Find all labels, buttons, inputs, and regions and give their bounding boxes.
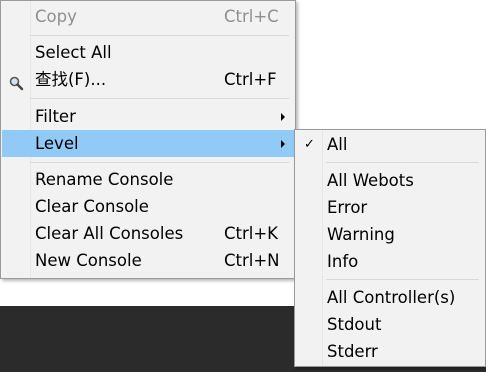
menu-item-rename-console[interactable]: Rename Console <box>2 166 294 193</box>
submenu-item-error[interactable]: Error <box>296 194 484 221</box>
menu-item-label: Clear All Consoles <box>35 224 184 243</box>
submenu-item-all-webots[interactable]: All Webots <box>296 167 484 194</box>
submenu-item-all[interactable]: ✓ All <box>296 131 484 158</box>
menu-item-clear-all-consoles[interactable]: Clear All Consoles Ctrl+K <box>2 220 294 247</box>
menu-item-label: Filter <box>35 107 76 126</box>
submenu-arrow-icon <box>281 140 285 148</box>
menu-item-clear-console[interactable]: Clear Console <box>2 193 294 220</box>
menu-item-label: Copy <box>35 7 77 26</box>
menu-item-label: All <box>327 135 348 154</box>
menu-separator <box>30 162 289 163</box>
menu-item-shortcut: Ctrl+F <box>224 70 277 89</box>
level-submenu: ✓ All All Webots Error Warning Info All … <box>294 129 486 367</box>
submenu-item-info[interactable]: Info <box>296 248 484 275</box>
menu-separator <box>30 98 289 99</box>
menu-item-label: Stdout <box>327 315 382 334</box>
menu-item-label: Warning <box>327 225 395 244</box>
menu-item-select-all[interactable]: Select All <box>2 39 294 66</box>
menu-item-shortcut: Ctrl+C <box>224 7 279 26</box>
menu-item-label: Stderr <box>327 342 378 361</box>
menu-item-label: Rename Console <box>35 170 174 189</box>
menu-item-label: 查找(F)... <box>35 70 107 89</box>
menu-item-shortcut: Ctrl+K <box>224 224 279 243</box>
menu-separator <box>326 279 479 280</box>
search-icon <box>8 72 24 91</box>
menu-item-shortcut: Ctrl+N <box>224 251 280 270</box>
menu-item-new-console[interactable]: New Console Ctrl+N <box>2 247 294 274</box>
menu-item-label: Clear Console <box>35 197 149 216</box>
menu-item-copy[interactable]: Copy Ctrl+C <box>2 3 294 30</box>
menu-separator <box>326 162 479 163</box>
menu-item-label: Error <box>327 198 368 217</box>
menu-separator <box>30 35 289 36</box>
submenu-item-stderr[interactable]: Stderr <box>296 338 484 365</box>
checkmark-icon: ✓ <box>304 137 315 152</box>
console-context-menu: Copy Ctrl+C Select All 查找(F)... Ctrl+F F… <box>0 0 296 279</box>
submenu-item-warning[interactable]: Warning <box>296 221 484 248</box>
menu-item-filter[interactable]: Filter <box>2 103 294 130</box>
menu-item-label: Level <box>35 134 79 153</box>
submenu-item-all-controllers[interactable]: All Controller(s) <box>296 284 484 311</box>
submenu-item-stdout[interactable]: Stdout <box>296 311 484 338</box>
menu-item-label: All Controller(s) <box>327 288 456 307</box>
menu-item-label: Info <box>327 252 359 271</box>
submenu-arrow-icon <box>281 113 285 121</box>
menu-item-find[interactable]: 查找(F)... Ctrl+F <box>2 66 294 93</box>
menu-item-label: All Webots <box>327 171 414 190</box>
menu-item-level[interactable]: Level <box>2 130 294 157</box>
menu-item-label: Select All <box>35 43 112 62</box>
menu-item-label: New Console <box>35 251 142 270</box>
